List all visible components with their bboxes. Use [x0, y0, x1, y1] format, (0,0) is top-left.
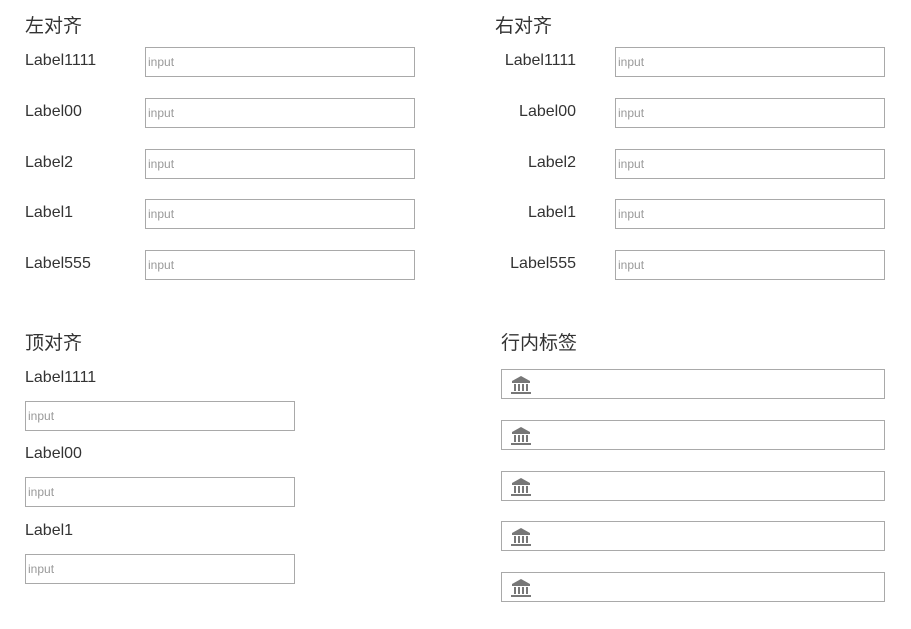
left-input[interactable]	[145, 98, 415, 128]
left-input[interactable]	[145, 199, 415, 229]
top-label: Label00	[25, 445, 82, 462]
bank-icon	[511, 427, 531, 445]
right-label: Label2	[527, 154, 576, 171]
left-input[interactable]	[145, 47, 415, 77]
bank-icon	[511, 376, 531, 394]
right-label: Label1111	[504, 52, 576, 69]
inline-input[interactable]	[501, 572, 885, 602]
bank-icon	[511, 478, 531, 496]
right-label: Label00	[519, 103, 576, 120]
right-label: Label1	[527, 204, 576, 221]
top-input[interactable]	[25, 477, 295, 507]
left-input[interactable]	[145, 250, 415, 280]
right-input[interactable]	[615, 98, 885, 128]
inline-input[interactable]	[501, 420, 885, 450]
top-label: Label1	[25, 522, 74, 539]
left-label: Label555	[25, 255, 91, 272]
top-input[interactable]	[25, 401, 295, 431]
right-input[interactable]	[615, 47, 885, 77]
bank-icon	[511, 528, 531, 546]
left-label: Label2	[25, 154, 74, 171]
top-label: Label1111	[25, 369, 97, 386]
right-input[interactable]	[615, 199, 885, 229]
inline-input[interactable]	[501, 369, 885, 399]
top-align-title: 顶对齐	[25, 333, 83, 354]
top-input[interactable]	[25, 554, 295, 584]
right-input[interactable]	[615, 149, 885, 179]
inline-label-title: 行内标签	[501, 333, 578, 354]
inline-input[interactable]	[501, 471, 885, 501]
left-align-title: 左对齐	[25, 16, 83, 37]
right-label: Label555	[510, 255, 576, 272]
left-label: Label1111	[25, 52, 97, 69]
bank-icon	[511, 579, 531, 597]
left-input[interactable]	[145, 149, 415, 179]
right-input[interactable]	[615, 250, 885, 280]
inline-input[interactable]	[501, 521, 885, 551]
left-label: Label00	[25, 103, 82, 120]
left-label: Label1	[25, 204, 74, 221]
right-align-title: 右对齐	[495, 16, 553, 37]
